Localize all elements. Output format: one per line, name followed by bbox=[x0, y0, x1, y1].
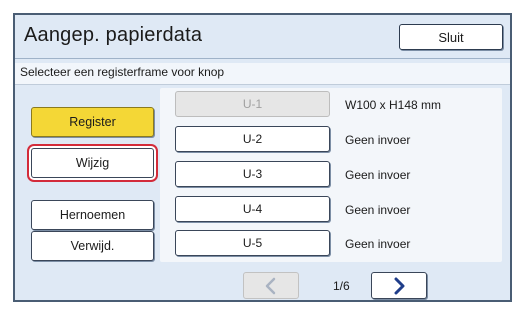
dialog-header: Aangep. papierdata Sluit bbox=[15, 15, 510, 59]
next-page-button[interactable] bbox=[371, 272, 427, 299]
prev-page-button[interactable] bbox=[243, 272, 299, 299]
chevron-left-icon bbox=[265, 277, 276, 294]
instruction-text: Selecteer een registerframe voor knop bbox=[20, 65, 225, 79]
instruction-bar: Selecteer een registerframe voor knop bbox=[15, 63, 510, 85]
slot-info-u4: Geen invoer bbox=[345, 203, 411, 217]
slot-info-u5: Geen invoer bbox=[345, 237, 411, 251]
slot-info-u3: Geen invoer bbox=[345, 168, 411, 182]
slot-button-u4[interactable]: U-4 bbox=[175, 196, 330, 222]
rename-button[interactable]: Hernoemen bbox=[31, 200, 154, 230]
dialog-title: Aangep. papierdata bbox=[24, 24, 203, 46]
slot-info-u2: Geen invoer bbox=[345, 133, 411, 147]
slot-button-u2[interactable]: U-2 bbox=[175, 126, 330, 152]
chevron-right-icon bbox=[394, 277, 405, 294]
delete-button[interactable]: Verwijd. bbox=[31, 231, 154, 261]
custom-paper-dialog: Aangep. papierdata Sluit Selecteer een r… bbox=[13, 13, 512, 302]
slot-button-u1[interactable]: U-1 bbox=[175, 91, 330, 117]
slot-button-u3[interactable]: U-3 bbox=[175, 161, 330, 187]
register-button[interactable]: Register bbox=[31, 107, 154, 137]
slot-button-u5[interactable]: U-5 bbox=[175, 230, 330, 256]
slot-info-u1: W100 x H148 mm bbox=[345, 98, 442, 112]
page-indicator: 1/6 bbox=[333, 279, 350, 293]
close-button[interactable]: Sluit bbox=[399, 24, 503, 50]
change-button[interactable]: Wijzig bbox=[31, 148, 154, 178]
